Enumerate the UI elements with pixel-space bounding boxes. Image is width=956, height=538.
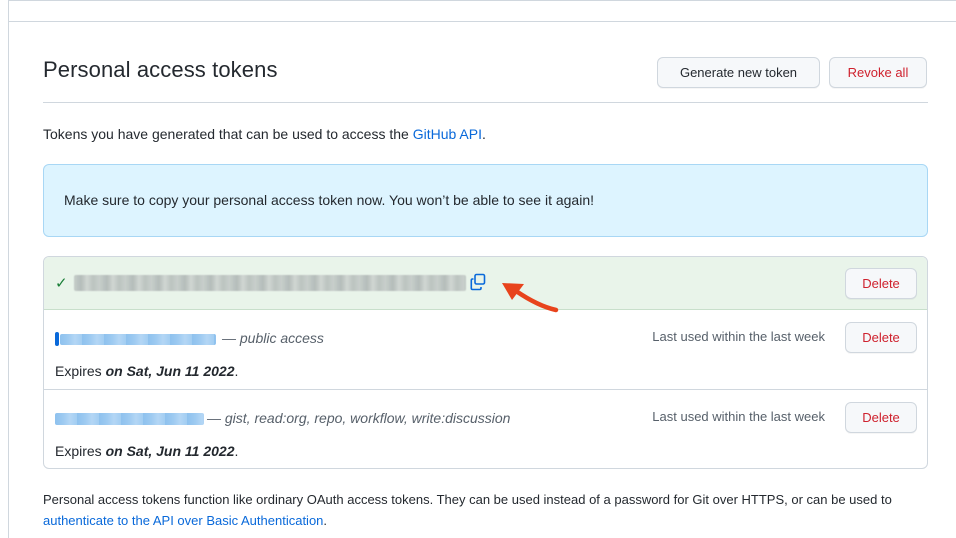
basic-auth-link[interactable]: authenticate to the API over Basic Authe… xyxy=(43,513,323,528)
annotation-arrow-icon xyxy=(502,283,559,313)
footer-text: Personal access tokens function like ord… xyxy=(43,489,943,531)
expires-date: on Sat, Jun 11 2022 xyxy=(105,363,235,379)
header-divider xyxy=(43,102,928,103)
footer-text-after: . xyxy=(323,513,328,528)
expires-date: on Sat, Jun 11 2022 xyxy=(105,443,235,459)
github-api-link[interactable]: GitHub API xyxy=(413,126,482,142)
token-expiration: Expires on Sat, Jun 11 2022. xyxy=(55,443,238,459)
footer-text-before: Personal access tokens function like ord… xyxy=(43,492,892,507)
token-scopes: — gist, read:org, repo, workflow, write:… xyxy=(207,410,511,426)
new-token-row: ✓ Delete xyxy=(44,257,927,310)
token-name-redacted xyxy=(55,332,59,346)
expires-prefix: Expires xyxy=(55,443,106,459)
expires-suffix: . xyxy=(234,443,239,459)
expires-prefix: Expires xyxy=(55,363,106,379)
token-expiration: Expires on Sat, Jun 11 2022. xyxy=(55,363,238,379)
token-name-redacted[interactable] xyxy=(55,413,204,425)
flash-message: Make sure to copy your personal access t… xyxy=(64,192,594,208)
token-row: — gist, read:org, repo, workflow, write:… xyxy=(44,390,927,468)
token-scopes: — public access xyxy=(222,330,324,346)
intro-text-before: Tokens you have generated that can be us… xyxy=(43,126,413,142)
token-value-redacted xyxy=(74,275,466,291)
token-last-used: Last used within the last week xyxy=(652,329,825,344)
expires-suffix: . xyxy=(234,363,239,379)
page-title: Personal access tokens xyxy=(43,57,278,82)
token-list: ✓ Delete — public access Last used withi… xyxy=(43,256,928,469)
generate-new-token-button[interactable]: Generate new token xyxy=(657,57,820,88)
delete-token-button[interactable]: Delete xyxy=(845,322,917,353)
intro-text: Tokens you have generated that can be us… xyxy=(43,126,486,142)
delete-new-token-button[interactable]: Delete xyxy=(845,268,917,299)
intro-text-after: . xyxy=(481,126,486,142)
delete-token-button[interactable]: Delete xyxy=(845,402,917,433)
copy-icon[interactable] xyxy=(470,273,486,296)
token-last-used: Last used within the last week xyxy=(652,409,825,424)
window-top-bar xyxy=(8,0,956,22)
content-left-border xyxy=(8,0,9,538)
revoke-all-button[interactable]: Revoke all xyxy=(829,57,927,88)
flash-notice: Make sure to copy your personal access t… xyxy=(43,164,928,237)
token-name-redacted[interactable] xyxy=(60,334,216,345)
check-icon: ✓ xyxy=(55,275,68,292)
token-row: — public access Last used within the las… xyxy=(44,310,927,390)
